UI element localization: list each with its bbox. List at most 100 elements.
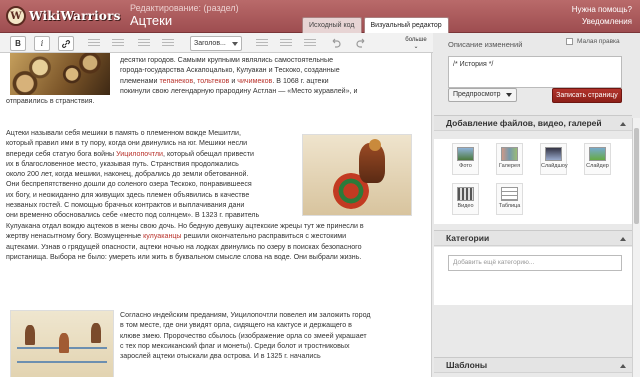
text-line: который правил ими в ту пору, когда они … <box>6 139 248 148</box>
media-section-header[interactable]: Добавление файлов, видео, галерей <box>434 115 632 131</box>
edit-sidebar: Описание изменений Малая правка /* Истор… <box>434 33 640 377</box>
tab-visual[interactable]: Визуальный редактор <box>363 17 449 33</box>
add-category-input[interactable]: Добавить ещё категорию... <box>448 255 622 271</box>
gallery-icon <box>501 147 518 161</box>
media-label: Слайдер <box>586 163 609 169</box>
slideshow-icon <box>545 147 562 161</box>
eagle-emblem-image[interactable] <box>302 134 412 216</box>
paragraph-3: Согласно индейским преданиям, Уицилопочт… <box>120 310 420 361</box>
article-editor[interactable]: десятки городов. Самыми крупными являлис… <box>0 53 432 377</box>
link-icon <box>62 39 70 48</box>
summary-input[interactable]: /* История */ <box>448 56 622 88</box>
add-video-button[interactable]: Видео <box>452 183 479 215</box>
outdent-icon[interactable] <box>162 39 174 48</box>
sidebar-scrollbar[interactable] <box>632 118 640 377</box>
add-gallery-button[interactable]: Галерея <box>496 143 523 175</box>
link-chichimecs[interactable]: чичимеков <box>237 77 272 85</box>
paragraph-2-tail: Кулуакана отдал вождю ацтеков в жены сво… <box>6 221 430 262</box>
link-huitzilopochtli[interactable]: Уицилопочтли <box>116 150 163 158</box>
text-line: города-государства Аскапоцалько, Кулуака… <box>120 66 340 75</box>
media-label: Галерея <box>498 163 521 169</box>
help-link[interactable]: Нужна помощь? <box>572 4 632 16</box>
tab-source[interactable]: Исходный код <box>302 17 362 33</box>
paragraph-1-head: десятки городов. Самыми крупными являлис… <box>120 55 340 86</box>
numbered-list-icon[interactable] <box>112 39 124 48</box>
preview-label: Предпросмотр <box>453 91 501 98</box>
text-line: племенами тепанеков, тольтеков и чичимек… <box>120 76 329 85</box>
editor-toolbar: B i Заголов... больше ⌄ <box>0 33 433 53</box>
collapse-icon <box>620 237 626 241</box>
bullet-list-icon[interactable] <box>88 39 100 48</box>
text-line: клюве змею. Пророчество сбылось (изображ… <box>120 331 367 340</box>
templates-heading: Шаблоны <box>446 360 488 370</box>
collapse-icon <box>620 364 626 368</box>
media-label: Видео <box>457 203 474 209</box>
paragraph-2: Ацтеки называли себя мешики в память о п… <box>6 128 302 221</box>
add-slider-button[interactable]: Слайдер <box>584 143 611 175</box>
more-button[interactable]: больше ⌄ <box>403 37 429 51</box>
indent-icon[interactable] <box>138 39 150 48</box>
film-icon <box>457 187 474 201</box>
templates-section-header[interactable]: Шаблоны <box>434 357 632 373</box>
link-tepaneks[interactable]: тепанеков <box>159 77 193 85</box>
jaguar-image[interactable] <box>10 53 110 95</box>
media-label: Слайдшоу <box>541 163 568 169</box>
slider-icon <box>589 147 606 161</box>
chevron-down-icon <box>232 42 238 46</box>
bold-button[interactable]: B <box>10 36 26 51</box>
site-logo[interactable]: W WikiWarriors <box>6 6 121 26</box>
text-line: около 200 лет, когда мешики, наконец, до… <box>6 170 249 179</box>
top-header: W WikiWarriors Редактирование: (раздел) … <box>0 0 640 33</box>
media-label: Таблица <box>498 203 521 209</box>
text-line: Ацтеки называли себя мешики в память о п… <box>6 129 241 137</box>
chevron-down-icon <box>506 93 512 97</box>
format-select[interactable]: Заголов... <box>190 36 242 51</box>
text-line: их в благословенное место, указывая путь… <box>6 159 239 168</box>
add-table-button[interactable]: Таблица <box>496 183 523 215</box>
table-icon <box>501 187 518 201</box>
categories-heading: Категории <box>446 233 490 243</box>
more-label: больше <box>405 37 427 43</box>
more-arrow-icon: ⌄ <box>413 44 419 50</box>
codex-image[interactable] <box>10 310 114 377</box>
text-line: жертву ненасытному богу. Возмущенные кул… <box>6 232 347 241</box>
minor-edit-label: Малая правка <box>577 38 620 45</box>
text-line: десятки городов. Самыми крупными являлис… <box>120 56 334 64</box>
save-button[interactable]: Записать страницу <box>552 88 622 103</box>
text-line: отправились в странствия. <box>6 97 95 105</box>
notifications-link[interactable]: Уведомления <box>572 16 632 28</box>
add-slideshow-button[interactable]: Слайдшоу <box>540 143 568 175</box>
italic-button[interactable]: i <box>34 36 50 51</box>
minor-edit-toggle[interactable]: Малая правка <box>566 38 620 45</box>
link-button[interactable] <box>58 36 74 51</box>
undo-icon[interactable] <box>330 38 341 48</box>
link-toltecs[interactable]: тольтеков <box>197 77 229 85</box>
text-line: покинули свою легендарную прародину Астл… <box>120 87 358 95</box>
align-center-icon[interactable] <box>280 39 292 48</box>
text-line: Кулуакана отдал вождю ацтеков в жены сво… <box>6 222 364 230</box>
redo-icon[interactable] <box>356 38 367 48</box>
align-right-icon[interactable] <box>304 39 316 48</box>
text-line: пристанища. Выбора не было: умереть или … <box>6 252 362 261</box>
link-kuluakans[interactable]: кулуаканцы <box>143 232 181 240</box>
add-photo-button[interactable]: Фото <box>452 143 479 175</box>
categories-panel: Добавить ещё категорию... <box>434 247 632 305</box>
align-left-icon[interactable] <box>256 39 268 48</box>
text-line: Согласно индейским преданиям, Уицилопочт… <box>120 311 371 319</box>
format-select-value: Заголов... <box>194 40 226 47</box>
text-line: незваных гостей. С помощью брачных контр… <box>6 201 245 210</box>
text-line: ацтеками. Узнав о грядущей опасности, ац… <box>6 242 362 251</box>
minor-edit-checkbox[interactable] <box>566 38 573 45</box>
logo-shield-icon: W <box>6 6 26 26</box>
collapse-icon <box>620 122 626 126</box>
preview-button[interactable]: Предпросмотр <box>448 88 517 102</box>
text-line: зарослей ацтеки отыскали два острова. И … <box>120 352 321 361</box>
categories-section-header[interactable]: Категории <box>434 230 632 246</box>
media-label: Фото <box>459 163 472 169</box>
text-line: их богу, и неожиданно для живущих здесь … <box>6 190 250 199</box>
summary-label: Описание изменений <box>448 40 523 49</box>
page-title: Ацтеки <box>130 13 173 28</box>
media-panel: Фото Галерея Слайдшоу Слайдер Видео Табл… <box>434 139 632 224</box>
scrollbar-thumb[interactable] <box>634 128 639 224</box>
edit-kicker: Редактирование: (раздел) <box>130 3 239 13</box>
